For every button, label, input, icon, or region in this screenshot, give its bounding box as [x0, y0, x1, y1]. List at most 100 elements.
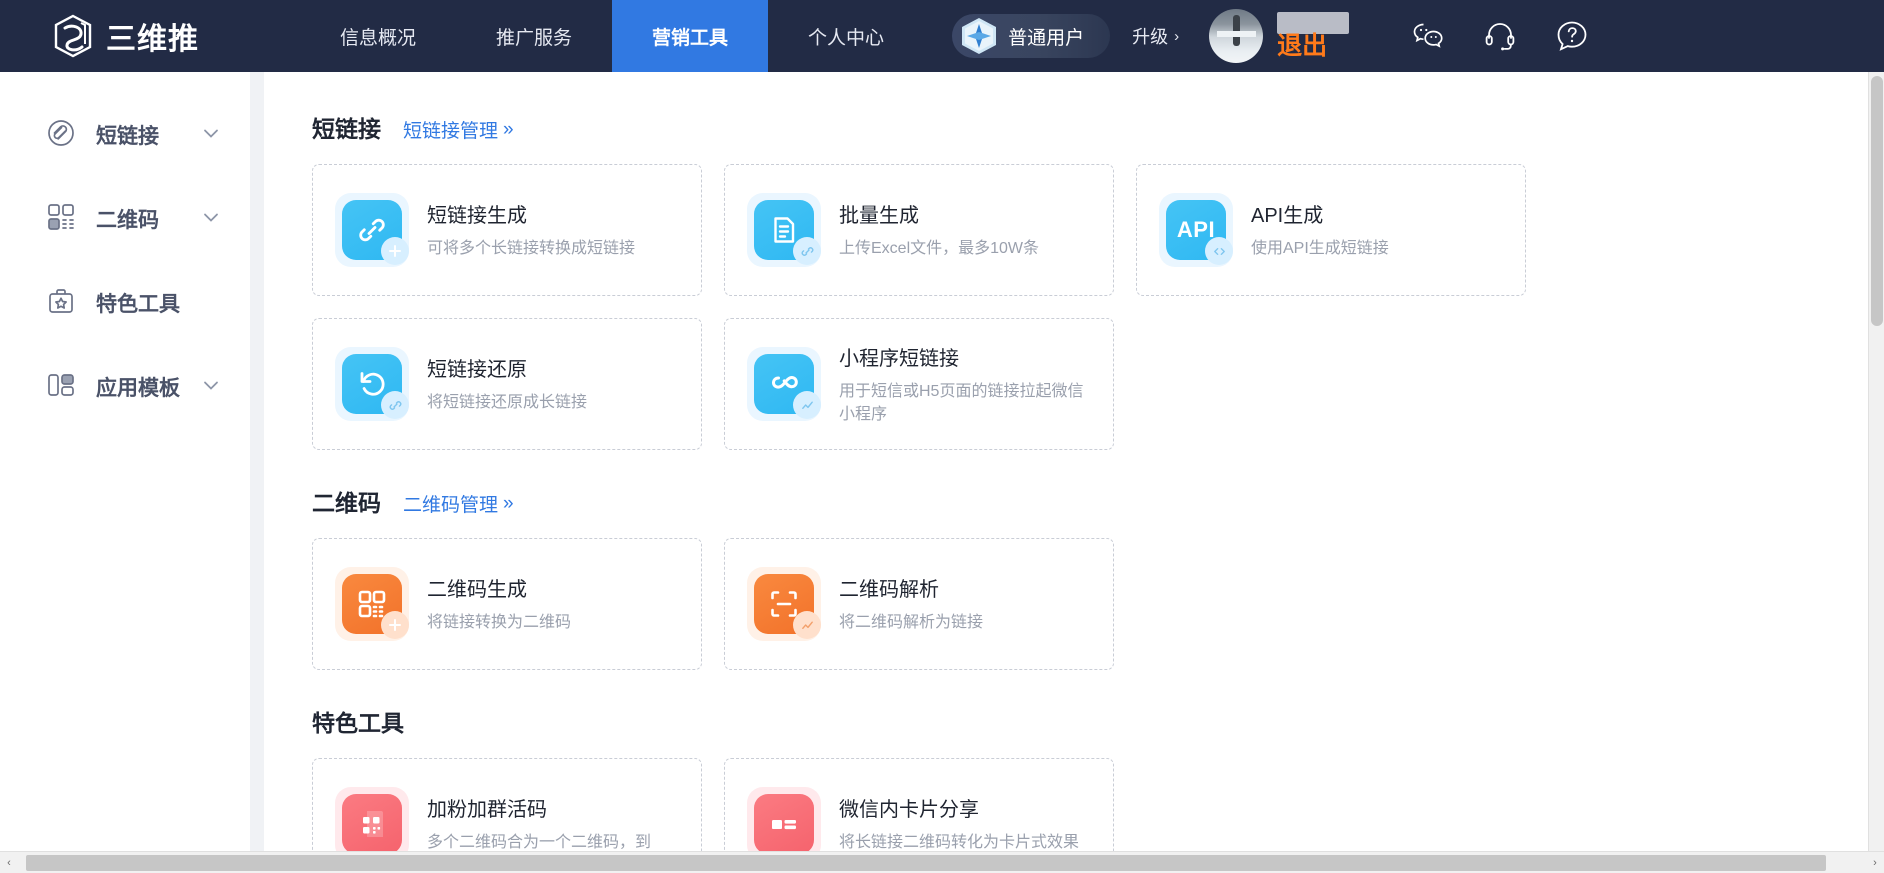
- card-desc: 将短链接还原成长链接: [427, 394, 588, 412]
- section-short-link: 短链接 短链接管理 » 短链接生成 可将多个长链接转换成短链接 批量生成 上传E…: [264, 110, 1884, 450]
- nav-item-personal-center[interactable]: 个人中心: [768, 0, 924, 72]
- section-manage-label: 二维码管理: [403, 495, 499, 516]
- card-title: 短链接生成: [427, 205, 527, 228]
- sidebar-item-label: 二维码: [96, 209, 159, 232]
- card-icon-wrap: [335, 347, 409, 421]
- content-divider: [250, 72, 264, 851]
- card-desc: 多个二维码合为一个二维码，到: [427, 834, 652, 851]
- card-desc: 用于短信或H5页面的链接拉起微信小程序: [839, 382, 1084, 423]
- chevron-down-icon[interactable]: [200, 206, 222, 233]
- upgrade-label: 升级: [1132, 27, 1169, 47]
- app-template-icon: [46, 370, 76, 405]
- card-desc: 使用API生成短链接: [1251, 240, 1389, 258]
- membership-badge[interactable]: 普通用户: [952, 14, 1111, 58]
- section-manage-link[interactable]: 二维码管理 »: [403, 490, 514, 517]
- card-icon-wrap: [747, 567, 821, 641]
- logout-button[interactable]: 退出: [1277, 26, 1327, 62]
- sidebar: 短链接 二维码 特色工具 应用模板: [0, 72, 250, 851]
- main-nav: 信息概况 推广服务 营销工具 个人中心: [300, 0, 924, 72]
- sidebar-item-qrcode[interactable]: 二维码: [0, 188, 250, 250]
- top-icon-group: [1411, 19, 1589, 53]
- card-texts: 批量生成 上传Excel文件，最多10W条: [839, 199, 1039, 260]
- main-content: 短链接 短链接管理 » 短链接生成 可将多个长链接转换成短链接 批量生成 上传E…: [264, 72, 1884, 851]
- card-batch-generate[interactable]: 批量生成 上传Excel文件，最多10W条: [724, 164, 1114, 296]
- card-miniprogram-short-link[interactable]: 小程序短链接 用于短信或H5页面的链接拉起微信小程序: [724, 318, 1114, 450]
- upgrade-button[interactable]: 升级 ›: [1132, 23, 1179, 49]
- nav-item-overview[interactable]: 信息概况: [300, 0, 456, 72]
- top-bar-right: 普通用户 升级 › 退出: [952, 0, 1589, 72]
- code-badge-icon: [1205, 237, 1233, 265]
- chevron-down-icon[interactable]: [200, 374, 222, 401]
- sidebar-item-label: 短链接: [96, 125, 159, 148]
- horizontal-scrollbar[interactable]: ‹ ›: [0, 851, 1884, 873]
- group-qrcode-icon: [342, 794, 402, 851]
- nav-item-marketing-tools[interactable]: 营销工具: [612, 0, 769, 72]
- card-short-link-restore[interactable]: 短链接还原 将短链接还原成长链接: [312, 318, 702, 450]
- card-texts: 微信内卡片分享 将长链接二维码转化为卡片式效果: [839, 793, 1079, 851]
- card-title: 二维码生成: [427, 579, 527, 602]
- card-desc: 将二维码解析为链接: [839, 614, 984, 632]
- brand-name: 三维推: [106, 23, 199, 56]
- card-grid: 二维码生成 将链接转换为二维码 二维码解析 将二维码解析为链接: [312, 538, 1884, 670]
- plus-badge-icon: [381, 237, 409, 265]
- user-meta: 退出: [1277, 10, 1355, 62]
- sidebar-item-label: 应用模板: [96, 377, 180, 400]
- horizontal-scrollbar-track[interactable]: [18, 852, 1866, 873]
- sidebar-item-app-template[interactable]: 应用模板: [0, 356, 250, 418]
- section-header: 短链接 短链接管理 »: [312, 110, 1884, 144]
- card-desc: 上传Excel文件，最多10W条: [839, 240, 1040, 258]
- scroll-right-arrow-icon[interactable]: ›: [1866, 857, 1884, 869]
- card-qrcode-decode[interactable]: 二维码解析 将二维码解析为链接: [724, 538, 1114, 670]
- card-wechat-card-share[interactable]: 微信内卡片分享 将长链接二维码转化为卡片式效果: [724, 758, 1114, 851]
- card-desc: 将链接转换为二维码: [427, 614, 572, 632]
- card-group-qrcode[interactable]: 加粉加群活码 多个二维码合为一个二维码，到: [312, 758, 702, 851]
- top-navigation-bar: 三维推 信息概况 推广服务 营销工具 个人中心 普通用户 升级 › 退出: [0, 0, 1884, 72]
- sidebar-item-label: 特色工具: [96, 293, 180, 316]
- plus-badge-icon: [381, 611, 409, 639]
- card-texts: 短链接还原 将短链接还原成长链接: [427, 353, 587, 414]
- double-chevron-right-icon: »: [503, 118, 514, 140]
- brand[interactable]: 三维推: [0, 0, 300, 72]
- card-texts: API生成 使用API生成短链接: [1251, 199, 1389, 260]
- card-desc: 可将多个长链接转换成短链接: [427, 240, 636, 258]
- sidebar-item-short-link[interactable]: 短链接: [0, 104, 250, 166]
- link-badge-icon: [381, 391, 409, 419]
- card-icon-wrap: [747, 787, 821, 851]
- card-short-link-generate[interactable]: 短链接生成 可将多个长链接转换成短链接: [312, 164, 702, 296]
- card-api-generate[interactable]: API API生成 使用API生成短链接: [1136, 164, 1526, 296]
- avatar[interactable]: [1209, 9, 1264, 63]
- card-icon-wrap: [335, 193, 409, 267]
- chevron-down-icon[interactable]: [200, 122, 222, 149]
- card-share-icon: [754, 794, 814, 851]
- section-header: 特色工具: [312, 704, 1884, 738]
- card-icon-wrap: [335, 787, 409, 851]
- section-header: 二维码 二维码管理 »: [312, 484, 1884, 518]
- body-area: 短链接 二维码 特色工具 应用模板 短链接 短链接管理 » 短链接生成 可将多个…: [0, 72, 1884, 851]
- nav-item-promotion[interactable]: 推广服务: [456, 0, 612, 72]
- card-title: API生成: [1251, 205, 1324, 228]
- sidebar-item-featured-tools[interactable]: 特色工具: [0, 272, 250, 334]
- chart-badge-icon: [793, 391, 821, 419]
- card-texts: 二维码生成 将链接转换为二维码: [427, 573, 571, 634]
- card-desc: 将长链接二维码转化为卡片式效果: [839, 834, 1080, 851]
- card-title: 小程序短链接: [839, 347, 959, 370]
- card-title: 二维码解析: [839, 579, 939, 602]
- app-root: 三维推 信息概况 推广服务 营销工具 个人中心 普通用户 升级 › 退出 短链接…: [0, 0, 1884, 873]
- card-grid: 加粉加群活码 多个二维码合为一个二维码，到 微信内卡片分享 将长链接二维码转化为…: [312, 758, 1884, 851]
- help-question-icon[interactable]: [1555, 19, 1589, 53]
- user-block: 退出: [1209, 9, 1355, 63]
- horizontal-scrollbar-thumb[interactable]: [26, 854, 1826, 871]
- vertical-scrollbar-thumb[interactable]: [1871, 76, 1883, 326]
- section-featured-tools: 特色工具 加粉加群活码 多个二维码合为一个二维码，到 微信内卡片分享 将长链接二…: [264, 704, 1884, 851]
- vertical-scrollbar[interactable]: [1868, 72, 1884, 851]
- card-title: 批量生成: [839, 205, 919, 228]
- cube-logo-icon: [52, 14, 94, 58]
- scroll-left-arrow-icon[interactable]: ‹: [0, 857, 18, 869]
- card-texts: 二维码解析 将二维码解析为链接: [839, 573, 983, 634]
- card-qrcode-generate[interactable]: 二维码生成 将链接转换为二维码: [312, 538, 702, 670]
- headset-support-icon[interactable]: [1483, 19, 1517, 53]
- card-icon-wrap: [747, 347, 821, 421]
- card-icon-wrap: API: [1159, 193, 1233, 267]
- section-manage-link[interactable]: 短链接管理 »: [403, 116, 514, 143]
- wechat-icon[interactable]: [1411, 19, 1445, 53]
